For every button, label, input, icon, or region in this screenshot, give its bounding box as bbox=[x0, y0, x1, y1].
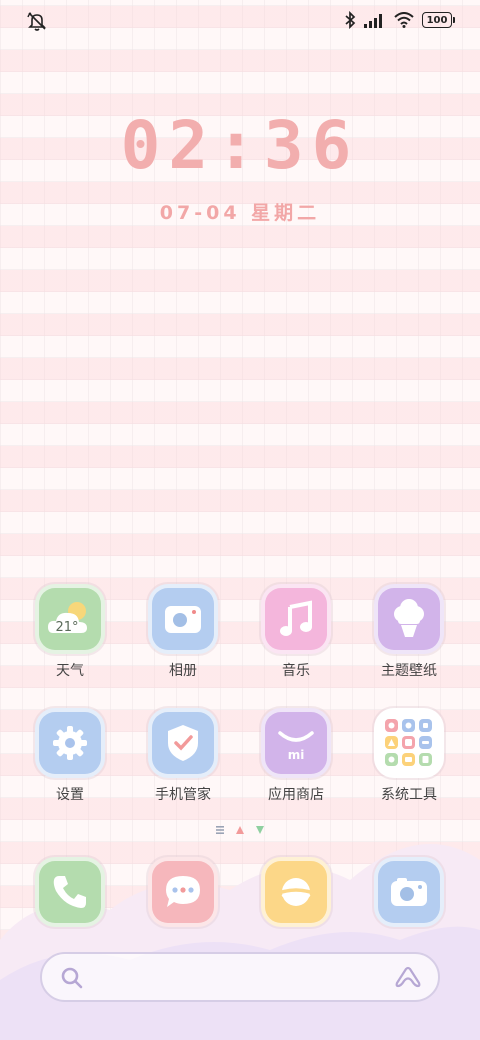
app-label-store: 应用商店 bbox=[268, 787, 324, 803]
app-themes[interactable]: 主题壁纸 bbox=[354, 584, 464, 680]
browser-icon[interactable] bbox=[261, 857, 331, 927]
assistant-icon[interactable] bbox=[394, 966, 422, 990]
lock-clock-date: 07-04 星期二 bbox=[159, 202, 321, 224]
app-label-music: 音乐 bbox=[282, 663, 310, 679]
lock-clock-time[interactable]: 02:36 bbox=[0, 106, 480, 186]
settings-icon[interactable] bbox=[35, 708, 105, 778]
themes-icon[interactable] bbox=[374, 584, 444, 654]
app-gallery[interactable]: 相册 bbox=[128, 584, 238, 680]
wifi-icon bbox=[394, 12, 414, 28]
app-store-icon[interactable]: mi bbox=[261, 708, 331, 778]
app-label-themes: 主题壁纸 bbox=[381, 663, 437, 679]
bell-off-icon bbox=[27, 12, 46, 31]
app-label-security: 手机管家 bbox=[155, 787, 211, 803]
battery-indicator: 100 bbox=[422, 12, 455, 28]
messages-icon[interactable] bbox=[148, 857, 218, 927]
signal-icon bbox=[364, 14, 382, 28]
search-icon[interactable] bbox=[60, 966, 84, 990]
bluetooth-icon bbox=[345, 11, 356, 29]
phone-icon[interactable] bbox=[35, 857, 105, 927]
app-label-settings: 设置 bbox=[56, 787, 84, 803]
security-icon[interactable] bbox=[148, 708, 218, 778]
dock-camera[interactable] bbox=[354, 857, 464, 927]
app-music[interactable]: 音乐 bbox=[241, 584, 351, 680]
app-label-system-tools: 系统工具 bbox=[381, 787, 437, 803]
app-label-gallery: 相册 bbox=[169, 663, 197, 679]
search-bar[interactable] bbox=[40, 952, 440, 1002]
music-icon[interactable] bbox=[261, 584, 331, 654]
app-store[interactable]: mi 应用商店 bbox=[241, 708, 351, 804]
app-folder-system-tools[interactable]: 系统工具 bbox=[354, 708, 464, 804]
status-bar: 100 bbox=[0, 0, 480, 40]
app-security[interactable]: 手机管家 bbox=[128, 708, 238, 804]
app-store-logo-text: mi bbox=[288, 748, 305, 762]
app-label-weather: 天气 bbox=[56, 663, 84, 679]
battery-level: 100 bbox=[426, 14, 448, 26]
gallery-icon[interactable] bbox=[148, 584, 218, 654]
dock-phone[interactable] bbox=[15, 857, 125, 927]
weather-temp: 21° bbox=[55, 620, 78, 635]
weather-icon[interactable]: 21° bbox=[35, 584, 105, 654]
system-tools-folder-icon[interactable] bbox=[374, 708, 444, 778]
app-weather[interactable]: 21° 天气 bbox=[15, 584, 125, 680]
app-settings[interactable]: 设置 bbox=[15, 708, 125, 804]
camera-icon[interactable] bbox=[374, 857, 444, 927]
dock-messages[interactable] bbox=[128, 857, 238, 927]
dock-browser[interactable] bbox=[241, 857, 351, 927]
